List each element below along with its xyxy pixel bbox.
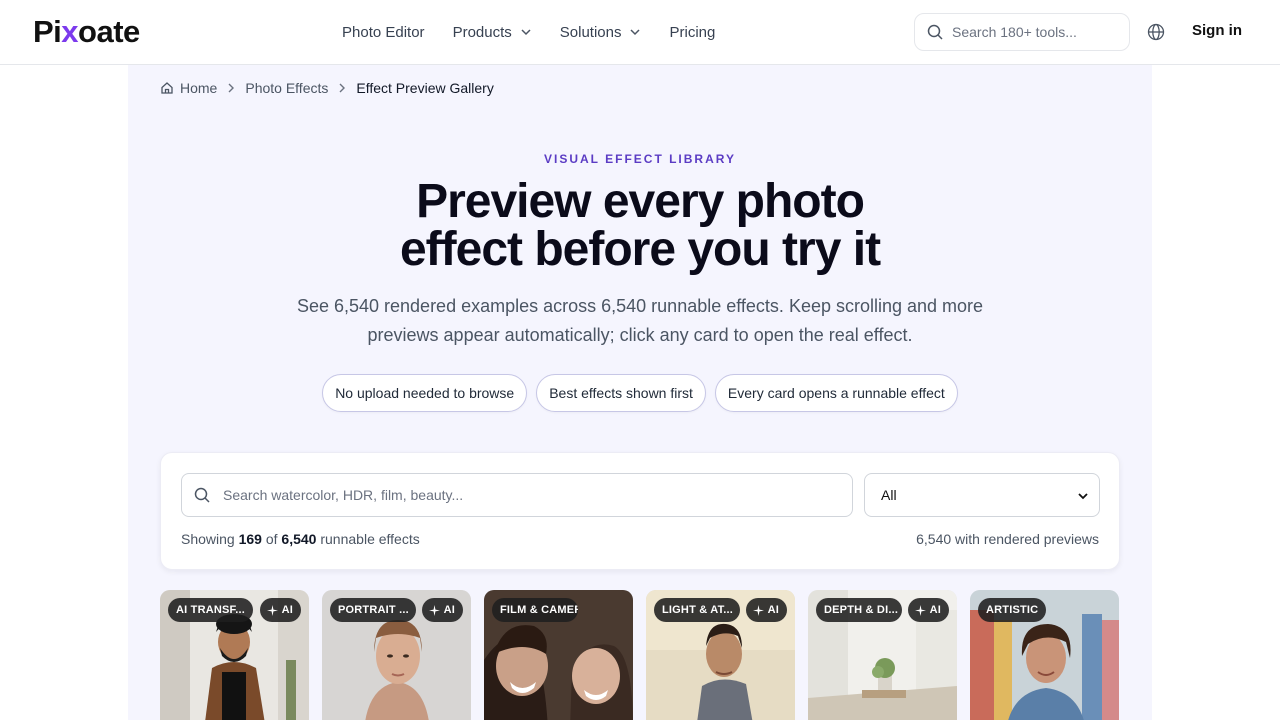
effect-search-placeholder: Search watercolor, HDR, film, beauty... (223, 487, 464, 503)
nav-label: Photo Editor (342, 23, 425, 41)
effect-filter-panel: Search watercolor, HDR, film, beauty... … (160, 452, 1120, 570)
sparkles-icon (914, 604, 926, 616)
chevron-down-icon (1078, 493, 1088, 500)
sparkles-icon (752, 604, 764, 616)
breadcrumb-home[interactable]: Home (180, 80, 217, 96)
ai-badge: AI (745, 598, 787, 622)
logo-text-x: x (61, 14, 79, 49)
pixoate-logo[interactable]: Pi x oate (33, 12, 140, 52)
logo-text-end: oate (78, 14, 140, 49)
effect-card[interactable]: LIGHT & AT... AI (646, 590, 795, 720)
effect-card[interactable]: PORTRAIT ... AI (322, 590, 471, 720)
main-nav: Photo Editor Products Solutions Pricing (342, 0, 743, 64)
nav-solutions[interactable]: Solutions (560, 24, 642, 41)
results-text: runnable effects (320, 531, 420, 547)
ai-badge-label: AI (767, 604, 779, 616)
home-icon (161, 82, 173, 94)
chevron-down-icon (521, 29, 531, 36)
sparkles-icon (428, 604, 440, 616)
main-content: Home Photo Effects Effect Preview Galler… (128, 65, 1152, 720)
category-badge: LIGHT & AT... (654, 598, 740, 622)
chevron-right-icon (339, 83, 346, 93)
chevron-right-icon (228, 83, 235, 93)
category-select-value: All (881, 487, 897, 503)
category-badge: DEPTH & DI... (816, 598, 902, 622)
nav-label: Pricing (669, 23, 716, 41)
preview-count: 6,540 with rendered previews (916, 531, 1099, 547)
category-select[interactable]: All (864, 473, 1100, 517)
effect-card[interactable]: FILM & CAMERA (484, 590, 633, 720)
sign-in-button[interactable]: Sign in (1192, 22, 1242, 39)
results-count: Showing 169 of 6,540 runnable effects (181, 531, 420, 547)
search-icon (194, 487, 210, 503)
effect-search-input[interactable]: Search watercolor, HDR, film, beauty... (181, 473, 853, 517)
category-badge: PORTRAIT ... (330, 598, 416, 622)
nav-pricing[interactable]: Pricing (669, 24, 715, 41)
top-navigation-bar: Pi x oate Photo Editor Products Solutions … (0, 0, 1280, 65)
ai-badge: AI (259, 598, 301, 622)
nav-products[interactable]: Products (453, 24, 532, 41)
sparkles-icon (266, 604, 278, 616)
results-text: of (265, 531, 278, 547)
ai-badge: AI (907, 598, 949, 622)
ai-badge-label: AI (929, 604, 941, 616)
nav-label: Solutions (559, 23, 622, 41)
nav-photo-editor[interactable]: Photo Editor (342, 24, 425, 41)
effect-card[interactable]: ARTISTIC (970, 590, 1119, 720)
category-badge: ARTISTIC (978, 598, 1047, 622)
globe-icon[interactable] (1146, 22, 1166, 42)
page-title: Preview every photo effect before you tr… (128, 178, 1152, 274)
category-badge: FILM & CAMERA (492, 598, 578, 622)
page-title-line-2: effect before you try it (399, 223, 881, 276)
effect-card-grid: AI TRANSF... AI PORTRAIT ... AI FILM & C… (160, 590, 1120, 720)
nav-label: Products (452, 23, 512, 41)
breadcrumb-current: Effect Preview Gallery (356, 80, 494, 96)
results-shown-count: 169 (238, 531, 262, 547)
effect-card[interactable]: AI TRANSF... AI (160, 590, 309, 720)
results-text: Showing (181, 531, 235, 547)
ai-badge: AI (421, 598, 463, 622)
effect-card[interactable]: DEPTH & DI... AI (808, 590, 957, 720)
ai-badge-label: AI (443, 604, 455, 616)
chevron-down-icon (630, 29, 641, 36)
tool-search-input[interactable]: Search 180+ tools... (914, 13, 1130, 51)
hero-subtitle: See 6,540 rendered examples across 6,540… (296, 296, 984, 345)
results-total-count: 6,540 (281, 531, 317, 547)
hero-eyebrow: VISUAL EFFECT LIBRARY (543, 152, 736, 166)
breadcrumb: Home Photo Effects Effect Preview Galler… (160, 77, 494, 99)
feature-pills: No upload needed to browse Best effects … (128, 374, 1152, 412)
breadcrumb-photo-effects[interactable]: Photo Effects (245, 80, 328, 96)
search-placeholder: Search 180+ tools... (952, 24, 1077, 40)
ai-badge-label: AI (281, 604, 293, 616)
search-icon (927, 24, 943, 40)
feature-pill: Every card opens a runnable effect (714, 374, 958, 412)
page-title-line-1: Preview every photo (416, 175, 865, 228)
category-badge: AI TRANSF... (168, 598, 254, 622)
logo-text-start: Pi (33, 14, 62, 49)
feature-pill: Best effects shown first (536, 374, 706, 412)
feature-pill: No upload needed to browse (322, 374, 528, 412)
